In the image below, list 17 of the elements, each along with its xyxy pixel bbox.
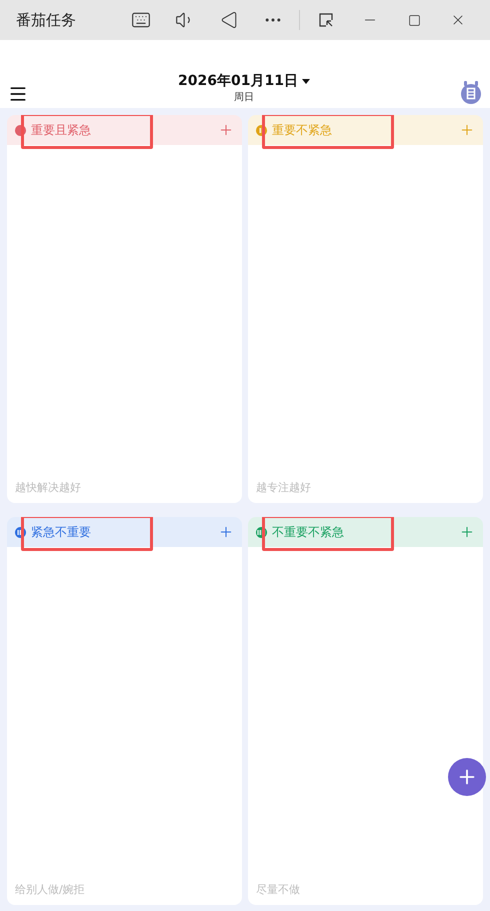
weekday-label: 周日 xyxy=(234,91,254,104)
quadrant-hint: 尽量不做 xyxy=(255,882,301,898)
quadrant-title: 不重要不紧急 xyxy=(272,524,345,540)
quadrant-title: 重要且紧急 xyxy=(31,122,92,138)
quadrant-title: 重要不紧急 xyxy=(272,122,333,138)
quadrant-title: 紧急不重要 xyxy=(31,524,92,540)
date-picker[interactable]: 2026年01月11日 xyxy=(178,72,310,90)
quadrant-hint: 给别人做/婉拒 xyxy=(14,882,86,898)
quadrant-hint: 越专注越好 xyxy=(255,480,312,496)
add-icon[interactable] xyxy=(218,122,234,138)
add-icon[interactable] xyxy=(218,524,234,540)
quadrant-hint: 越快解决越好 xyxy=(14,480,82,496)
add-icon[interactable] xyxy=(459,122,475,138)
caret-icon xyxy=(302,78,310,84)
add-icon[interactable] xyxy=(459,524,475,540)
window-title: 番茄任务 xyxy=(16,10,77,30)
calendar-icon[interactable] xyxy=(460,80,482,104)
